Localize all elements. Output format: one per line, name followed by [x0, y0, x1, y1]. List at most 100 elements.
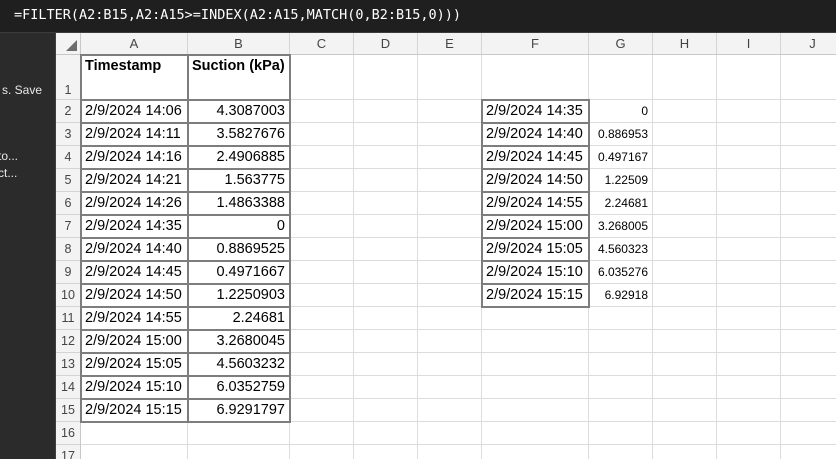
cell-g17[interactable]: [589, 445, 653, 459]
cell-f12[interactable]: [482, 330, 589, 353]
column-header-d[interactable]: D: [354, 33, 418, 55]
cell-c14[interactable]: [290, 376, 354, 399]
row-header-16[interactable]: 16: [56, 422, 81, 445]
cell-d7[interactable]: [354, 215, 418, 238]
cell-h17[interactable]: [653, 445, 717, 459]
cell-i3[interactable]: [717, 123, 781, 146]
cell-g3[interactable]: 0.886953: [589, 123, 653, 146]
cell-e2[interactable]: [418, 100, 482, 123]
cell-f6[interactable]: 2/9/2024 14:55: [482, 192, 589, 215]
cell-a10[interactable]: 2/9/2024 14:50: [81, 284, 188, 307]
cell-b3[interactable]: 3.5827676: [188, 123, 290, 146]
cell-e13[interactable]: [418, 353, 482, 376]
cell-i1[interactable]: [717, 55, 781, 100]
cell-a9[interactable]: 2/9/2024 14:45: [81, 261, 188, 284]
cell-g13[interactable]: [589, 353, 653, 376]
cell-h9[interactable]: [653, 261, 717, 284]
pane-item-2[interactable]: to...: [0, 149, 18, 163]
cell-i10[interactable]: [717, 284, 781, 307]
cell-j2[interactable]: [781, 100, 836, 123]
column-header-h[interactable]: H: [653, 33, 717, 55]
cell-d10[interactable]: [354, 284, 418, 307]
row-header-5[interactable]: 5: [56, 169, 81, 192]
cell-c15[interactable]: [290, 399, 354, 422]
column-header-b[interactable]: B: [188, 33, 290, 55]
cell-d6[interactable]: [354, 192, 418, 215]
cell-e9[interactable]: [418, 261, 482, 284]
row-header-7[interactable]: 7: [56, 215, 81, 238]
cell-i17[interactable]: [717, 445, 781, 459]
column-header-g[interactable]: G: [589, 33, 653, 55]
cell-b6[interactable]: 1.4863388: [188, 192, 290, 215]
cell-j13[interactable]: [781, 353, 836, 376]
cell-a6[interactable]: 2/9/2024 14:26: [81, 192, 188, 215]
cell-d5[interactable]: [354, 169, 418, 192]
cell-b12[interactable]: 3.2680045: [188, 330, 290, 353]
cell-h3[interactable]: [653, 123, 717, 146]
cell-i8[interactable]: [717, 238, 781, 261]
cell-h12[interactable]: [653, 330, 717, 353]
cell-c2[interactable]: [290, 100, 354, 123]
row-header-14[interactable]: 14: [56, 376, 81, 399]
cell-j1[interactable]: [781, 55, 836, 100]
row-header-13[interactable]: 13: [56, 353, 81, 376]
cell-c7[interactable]: [290, 215, 354, 238]
cell-e3[interactable]: [418, 123, 482, 146]
cell-a8[interactable]: 2/9/2024 14:40: [81, 238, 188, 261]
cell-g1[interactable]: [589, 55, 653, 100]
cell-j12[interactable]: [781, 330, 836, 353]
cell-b4[interactable]: 2.4906885: [188, 146, 290, 169]
cell-a1[interactable]: Timestamp: [81, 55, 188, 100]
cell-f9[interactable]: 2/9/2024 15:10: [482, 261, 589, 284]
column-header-e[interactable]: E: [418, 33, 482, 55]
cell-j3[interactable]: [781, 123, 836, 146]
cell-c12[interactable]: [290, 330, 354, 353]
cell-c16[interactable]: [290, 422, 354, 445]
cell-b8[interactable]: 0.8869525: [188, 238, 290, 261]
cell-h14[interactable]: [653, 376, 717, 399]
cell-j16[interactable]: [781, 422, 836, 445]
cell-a16[interactable]: [81, 422, 188, 445]
row-header-12[interactable]: 12: [56, 330, 81, 353]
cell-h6[interactable]: [653, 192, 717, 215]
cell-b9[interactable]: 0.4971667: [188, 261, 290, 284]
cell-f1[interactable]: [482, 55, 589, 100]
column-header-f[interactable]: F: [482, 33, 589, 55]
cell-d1[interactable]: [354, 55, 418, 100]
formula-bar[interactable]: =FILTER(A2:B15,A2:A15>=INDEX(A2:A15,MATC…: [0, 0, 836, 33]
cell-f10[interactable]: 2/9/2024 15:15: [482, 284, 589, 307]
cell-e1[interactable]: [418, 55, 482, 100]
cell-d16[interactable]: [354, 422, 418, 445]
cell-f5[interactable]: 2/9/2024 14:50: [482, 169, 589, 192]
cell-d9[interactable]: [354, 261, 418, 284]
cell-f11[interactable]: [482, 307, 589, 330]
cell-j14[interactable]: [781, 376, 836, 399]
cell-h5[interactable]: [653, 169, 717, 192]
cell-b11[interactable]: 2.24681: [188, 307, 290, 330]
select-all-button[interactable]: [56, 33, 81, 55]
cell-f17[interactable]: [482, 445, 589, 459]
cell-j10[interactable]: [781, 284, 836, 307]
cell-h11[interactable]: [653, 307, 717, 330]
cell-b14[interactable]: 6.0352759: [188, 376, 290, 399]
cell-a4[interactable]: 2/9/2024 14:16: [81, 146, 188, 169]
cell-h10[interactable]: [653, 284, 717, 307]
cell-b13[interactable]: 4.5603232: [188, 353, 290, 376]
cell-c1[interactable]: [290, 55, 354, 100]
pane-item-3[interactable]: ct...: [0, 166, 17, 180]
cell-c8[interactable]: [290, 238, 354, 261]
column-header-a[interactable]: A: [81, 33, 188, 55]
cell-e7[interactable]: [418, 215, 482, 238]
formula-text[interactable]: =FILTER(A2:B15,A2:A15>=INDEX(A2:A15,MATC…: [14, 7, 461, 23]
row-header-6[interactable]: 6: [56, 192, 81, 215]
cell-g15[interactable]: [589, 399, 653, 422]
cell-g14[interactable]: [589, 376, 653, 399]
cell-i14[interactable]: [717, 376, 781, 399]
cell-g10[interactable]: 6.92918: [589, 284, 653, 307]
cell-b1[interactable]: Suction (kPa): [188, 55, 290, 100]
cell-i13[interactable]: [717, 353, 781, 376]
cell-g16[interactable]: [589, 422, 653, 445]
cell-g4[interactable]: 0.497167: [589, 146, 653, 169]
cell-j11[interactable]: [781, 307, 836, 330]
cell-f4[interactable]: 2/9/2024 14:45: [482, 146, 589, 169]
